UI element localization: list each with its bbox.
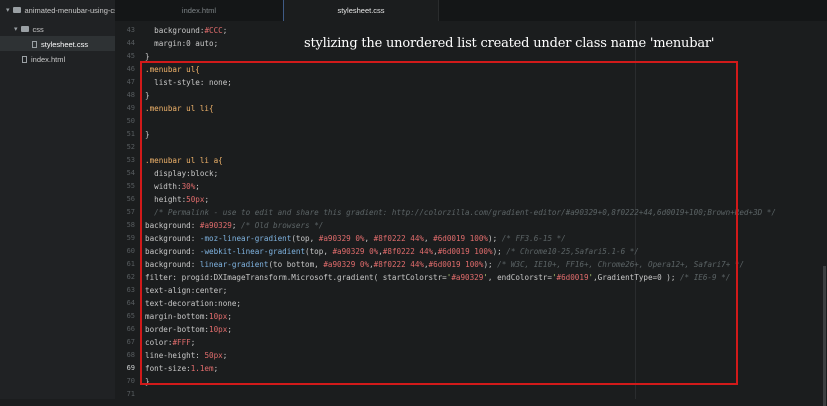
line-number: 50 <box>126 117 135 125</box>
chevron-down-icon: ▾ <box>6 7 10 14</box>
line-number: 69 <box>126 364 135 372</box>
project-folder[interactable]: ▾ animated-menubar-using-css <box>6 3 122 17</box>
tab-stylesheet-css[interactable]: stylesheet.css <box>283 0 439 21</box>
line-number: 71 <box>126 390 135 398</box>
line-number: 63 <box>126 286 135 294</box>
line-number: 65 <box>126 312 135 320</box>
project-folder-label: animated-menubar-using-css <box>24 5 122 15</box>
line-number: 55 <box>126 182 135 190</box>
line-number: 54 <box>126 169 135 177</box>
css-folder-label: css <box>32 24 44 34</box>
line-number: 44 <box>126 39 135 47</box>
line-number: 47 <box>126 78 135 86</box>
file-icon <box>22 55 27 63</box>
line-number: 60 <box>126 247 135 255</box>
line-number: 48 <box>126 91 135 99</box>
line-number: 67 <box>126 338 135 346</box>
line-number: 53 <box>126 156 135 164</box>
code-line: background:#CCC; <box>145 26 228 35</box>
annotation-caption: stylizing the unordered list created und… <box>304 36 715 51</box>
line-number: 68 <box>126 351 135 359</box>
line-number: 49 <box>126 104 135 112</box>
line-number: 57 <box>126 208 135 216</box>
highlight-box <box>140 61 738 385</box>
line-number: 58 <box>126 221 135 229</box>
line-number: 45 <box>126 52 135 60</box>
code-line: margin:0 auto; <box>145 39 219 48</box>
line-number: 56 <box>126 195 135 203</box>
file-icon <box>32 40 37 48</box>
line-number: 59 <box>126 234 135 242</box>
line-number: 51 <box>126 130 135 138</box>
line-number: 46 <box>126 65 135 73</box>
line-number: 70 <box>126 377 135 385</box>
file-stylesheet-label: stylesheet.css <box>41 39 89 49</box>
scrollbar[interactable] <box>823 266 826 406</box>
file-index[interactable]: index.html <box>22 52 65 66</box>
line-number: 62 <box>126 273 135 281</box>
tab-index-html[interactable]: index.html <box>115 0 283 21</box>
line-number: 64 <box>126 299 135 307</box>
chevron-down-icon: ▾ <box>14 26 18 33</box>
tab-bar: index.html stylesheet.css <box>115 0 827 21</box>
line-number: 52 <box>126 143 135 151</box>
file-stylesheet[interactable]: stylesheet.css <box>32 37 88 51</box>
file-index-label: index.html <box>31 54 66 64</box>
folder-icon <box>20 26 29 32</box>
css-folder[interactable]: ▾ css <box>14 22 44 36</box>
folder-icon <box>12 7 21 13</box>
line-number: 66 <box>126 325 135 333</box>
sidebar: ▾ animated-menubar-using-css ▾ css style… <box>0 0 122 399</box>
line-number: 61 <box>126 260 135 268</box>
line-number-gutter: 43 44 45 46 47 48 49 50 51 52 53 54 55 56 57 58 59 60 61 62… <box>115 21 142 399</box>
line-number: 43 <box>126 26 135 34</box>
